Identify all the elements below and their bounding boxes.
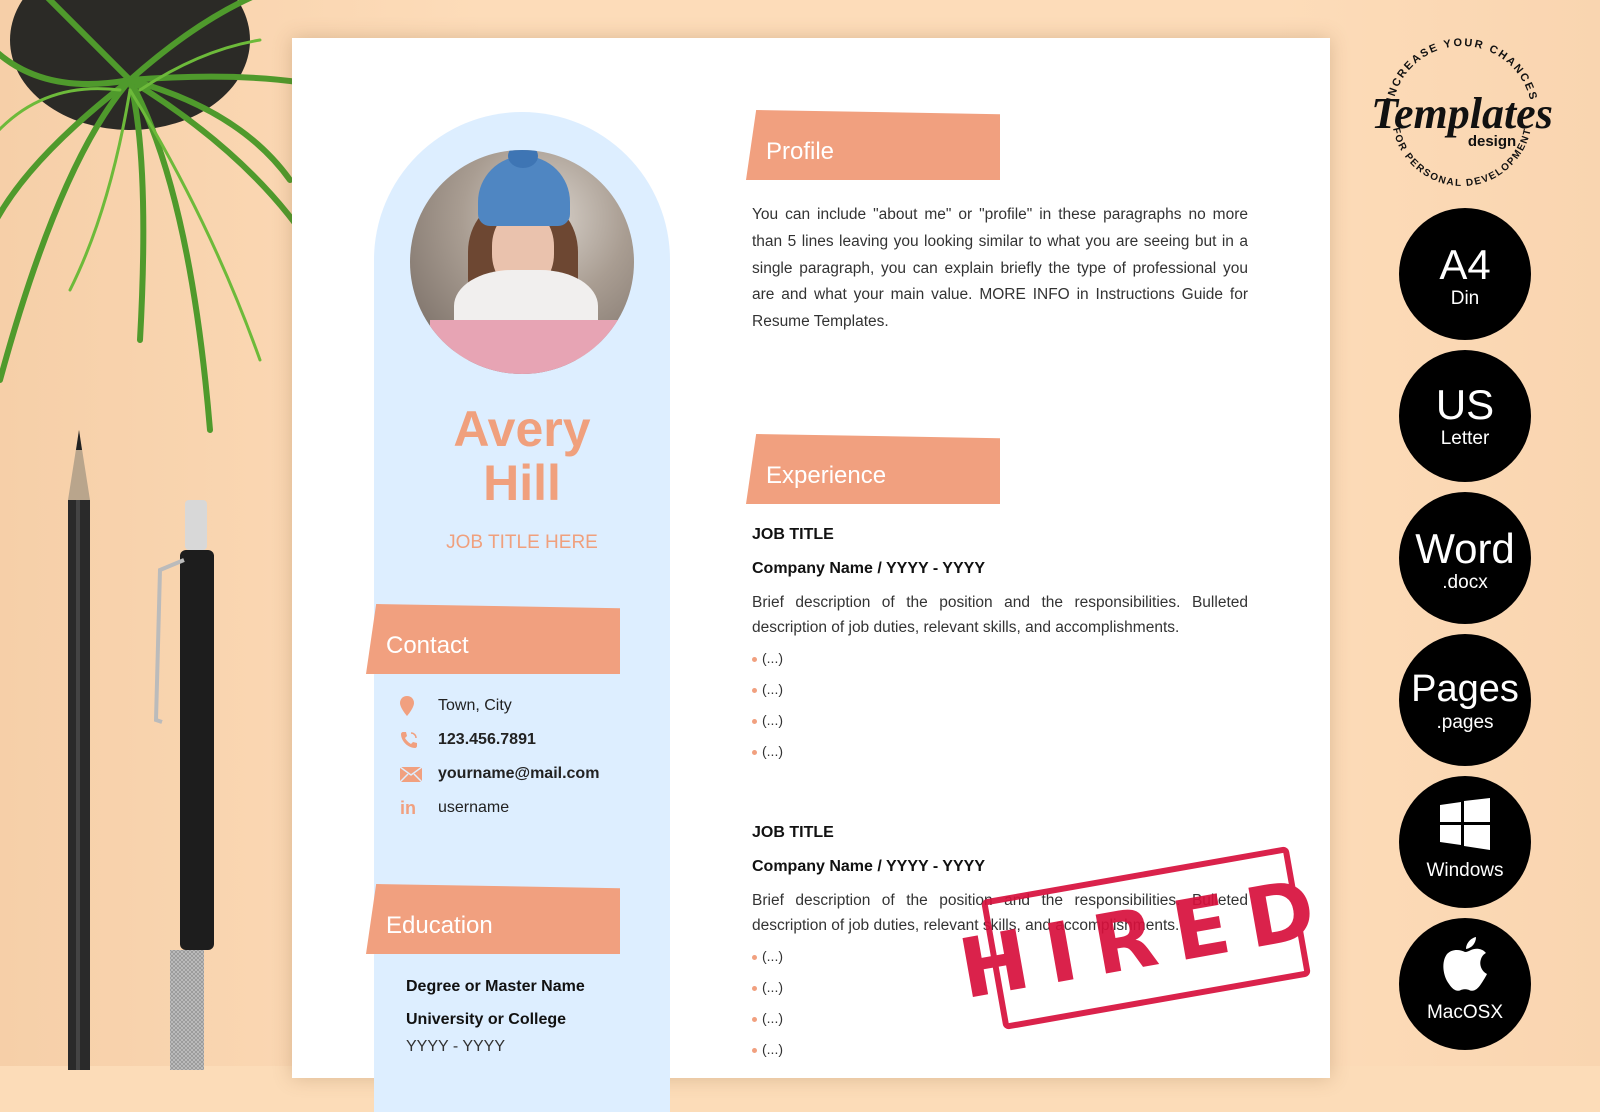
- badge-a4: A4 Din: [1399, 208, 1531, 340]
- experience-bullet: (...): [752, 948, 783, 964]
- last-name: Hill: [483, 455, 561, 511]
- education-banner: Education: [366, 884, 620, 954]
- first-name: Avery: [453, 401, 591, 457]
- experience-bullet: (...): [752, 650, 783, 666]
- location-pin-icon: [400, 696, 428, 716]
- education-heading: Education: [386, 912, 493, 939]
- experience-company: Company Name / YYYY - YYYY: [752, 560, 985, 577]
- profile-heading: Profile: [766, 138, 835, 165]
- phone-icon: [400, 730, 428, 750]
- badge-word: Word .docx: [1399, 492, 1531, 624]
- education-school: University or College: [406, 1011, 567, 1028]
- contact-email[interactable]: yourname@mail.com: [400, 764, 599, 784]
- experience-bullet: (...): [752, 743, 783, 759]
- experience-bullet: (...): [752, 1041, 783, 1057]
- job-title: JOB TITLE HERE: [446, 532, 598, 553]
- education-years: YYYY - YYYY: [406, 1038, 506, 1055]
- profile-photo: [410, 150, 634, 374]
- contact-phone[interactable]: 123.456.7891: [400, 730, 536, 750]
- experience-company: Company Name / YYYY - YYYY: [752, 858, 985, 875]
- experience-bullet: (...): [752, 681, 783, 697]
- education-degree: Degree or Master Name: [406, 978, 585, 995]
- badge-pages: Pages .pages: [1399, 634, 1531, 766]
- badge-us-letter: US Letter: [1399, 350, 1531, 482]
- experience-bullet: (...): [752, 712, 783, 728]
- experience-banner: Experience: [746, 434, 1000, 504]
- badge-macosx: MacOSX: [1399, 918, 1531, 1050]
- contact-location: Town, City: [400, 696, 512, 716]
- contact-banner: Contact: [366, 604, 620, 674]
- linkedin-icon: in: [400, 797, 416, 818]
- experience-description: Brief description of the position and th…: [752, 594, 1248, 636]
- badge-windows: Windows: [1399, 776, 1531, 908]
- apple-logo-icon: [1443, 937, 1487, 991]
- experience-heading: Experience: [766, 462, 887, 489]
- templates-design-logo: INCREASE YOUR CHANCES FOR PERSONAL DEVEL…: [1371, 37, 1553, 189]
- windows-logo-icon: [1440, 798, 1490, 850]
- svg-text:design: design: [1468, 133, 1516, 150]
- profile-text: You can include "about me" or "profile" …: [752, 206, 1248, 331]
- pencil-decoration: [68, 430, 90, 1070]
- svg-text:Templates: Templates: [1371, 89, 1553, 138]
- envelope-icon: [400, 764, 428, 784]
- experience-bullet: (...): [752, 979, 783, 995]
- profile-banner: Profile: [746, 110, 1000, 180]
- pen-decoration: [153, 500, 214, 1070]
- contact-linkedin[interactable]: in username: [400, 798, 509, 818]
- experience-job-title: JOB TITLE: [752, 526, 834, 543]
- experience-bullet: (...): [752, 1010, 783, 1026]
- experience-job-title: JOB TITLE: [752, 824, 834, 841]
- contact-heading: Contact: [386, 632, 469, 659]
